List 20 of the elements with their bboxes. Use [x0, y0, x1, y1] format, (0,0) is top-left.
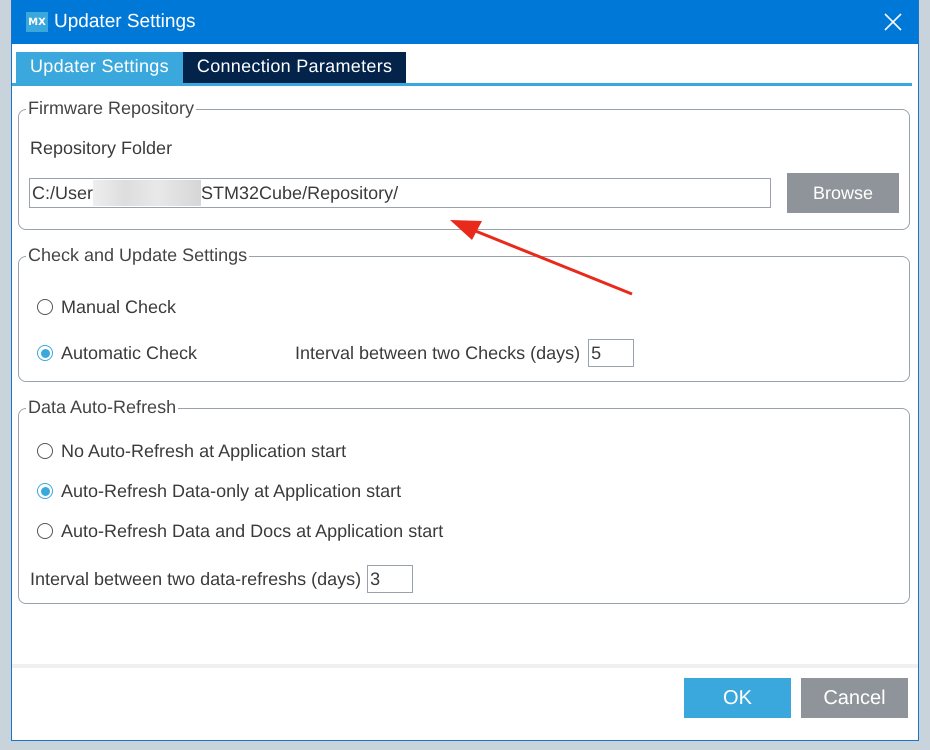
tab[interactable]: Connection Parameters — [182, 52, 406, 83]
field-label: Repository Folder — [30, 138, 174, 159]
window-title: Updater Settings — [54, 11, 197, 33]
radio-button[interactable]: Manual Check — [37, 296, 176, 318]
radio-label: Manual Check — [61, 296, 176, 318]
app-logo: MX — [26, 12, 48, 32]
radio-icon[interactable] — [37, 443, 53, 459]
radio-button[interactable]: Automatic Check — [37, 342, 237, 364]
input-field[interactable]: 3 — [367, 565, 414, 593]
radio-icon[interactable] — [37, 523, 53, 539]
input-field[interactable]: C:/User STM32Cube/Repository/ — [29, 178, 771, 208]
input-field[interactable]: 5 — [588, 339, 634, 367]
group-title: Firmware Repository — [26, 98, 196, 119]
radio-label: Automatic Check — [61, 342, 198, 364]
field-label: Interval between two data-refreshs (days) — [30, 568, 362, 590]
radio-icon[interactable] — [37, 299, 53, 315]
group-title: Check and Update Settings — [26, 245, 250, 266]
radio-icon[interactable] — [37, 483, 53, 499]
radio-icon[interactable] — [37, 345, 53, 361]
field-label: Interval between two Checks (days) — [295, 342, 580, 364]
